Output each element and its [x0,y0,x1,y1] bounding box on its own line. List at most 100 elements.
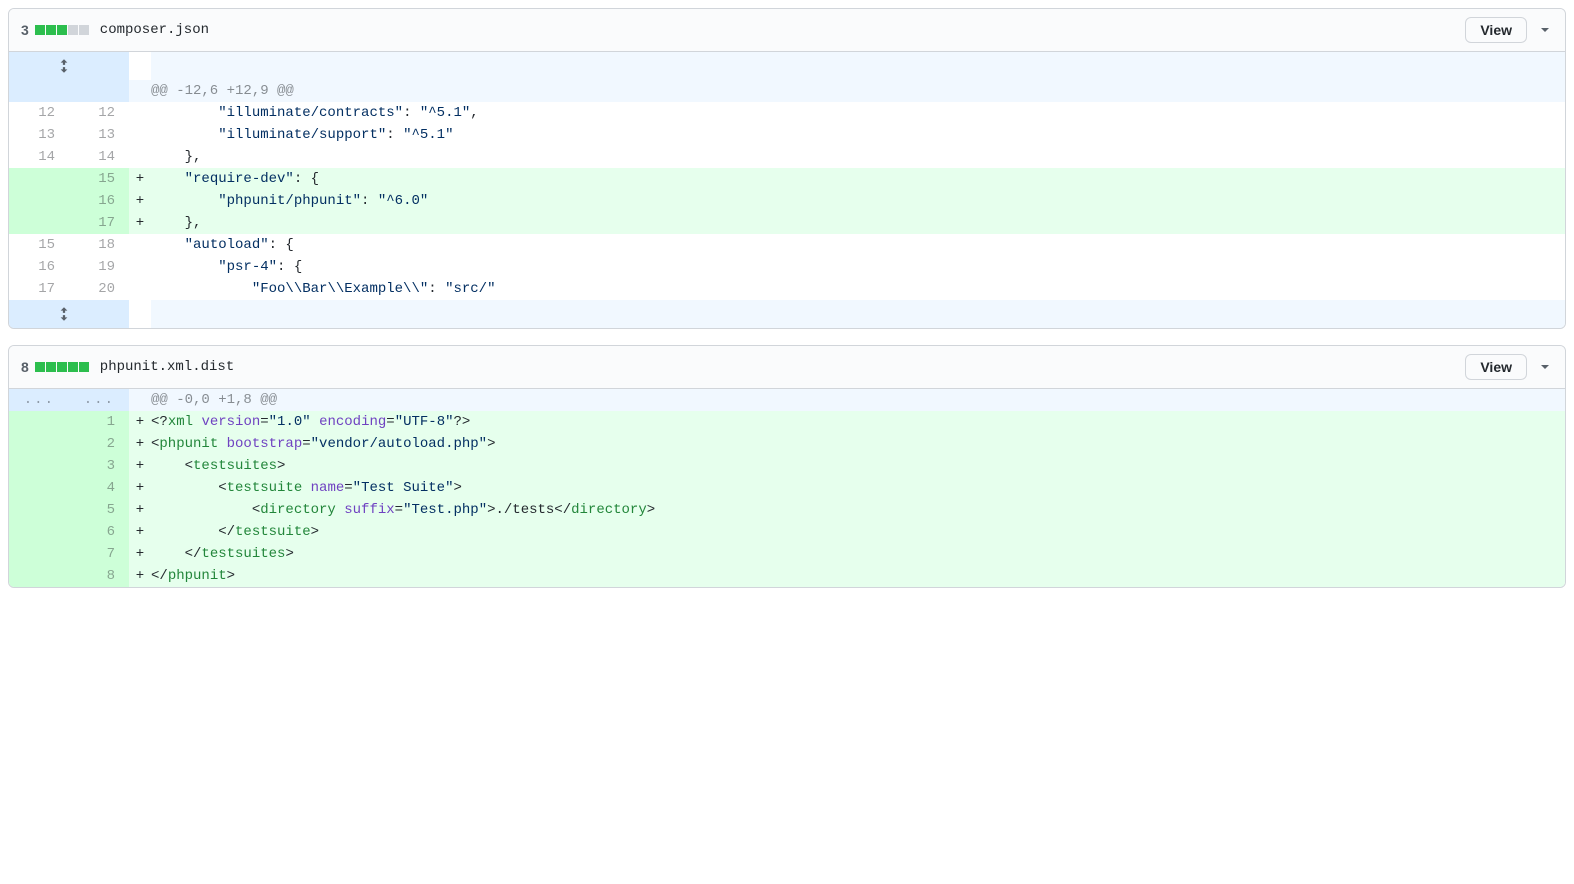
diff-gutter [129,278,151,300]
line-number-new: 12 [69,102,129,124]
diff-bar [57,25,67,35]
line-number-old [9,190,69,212]
line-number-new: 16 [69,190,129,212]
diff-stat-bars [35,362,90,372]
diff-code: "illuminate/support": "^5.1" [151,124,1565,146]
view-button[interactable]: View [1465,17,1527,43]
diff-stat-bars [35,25,90,35]
diff-code: <phpunit bootstrap="vendor/autoload.php"… [151,433,1565,455]
diff-line: 4+ <testsuite name="Test Suite"> [9,477,1565,499]
line-number-old [9,168,69,190]
diff-code: "phpunit/phpunit": "^6.0" [151,190,1565,212]
diff-code: </phpunit> [151,565,1565,587]
diff-gutter [129,256,151,278]
expand-row[interactable] [9,300,1565,328]
line-number-new [69,80,129,102]
line-number-new: 19 [69,256,129,278]
line-number-old: 15 [9,234,69,256]
diff-bar [79,25,89,35]
line-number-old [9,521,69,543]
diff-code: </testsuites> [151,543,1565,565]
line-number-old [9,411,69,433]
line-number-new: 8 [69,565,129,587]
chevron-down-icon[interactable] [1537,22,1553,38]
diff-header: 8 phpunit.xml.dist View [9,346,1565,389]
diff-code: </testsuite> [151,521,1565,543]
diff-code: "Foo\\Bar\\Example\\": "src/" [151,278,1565,300]
diff-line: 1619 "psr-4": { [9,256,1565,278]
line-number-new: 17 [69,212,129,234]
diff-gutter [129,102,151,124]
diff-code: "autoload": { [151,234,1565,256]
diff-gutter: + [129,455,151,477]
line-number-new: 15 [69,168,129,190]
line-number-new: 14 [69,146,129,168]
diff-line: 1720 "Foo\\Bar\\Example\\": "src/" [9,278,1565,300]
diff-gutter: + [129,477,151,499]
line-number-old [9,455,69,477]
line-number-old: 12 [9,102,69,124]
diff-code: }, [151,146,1565,168]
diff-code: @@ -0,0 +1,8 @@ [151,389,1565,411]
diff-code: <testsuites> [151,455,1565,477]
diff-line: 1212 "illuminate/contracts": "^5.1", [9,102,1565,124]
line-number-old: 17 [9,278,69,300]
diff-code: }, [151,212,1565,234]
diff-bar [46,362,56,372]
expand-row[interactable] [9,52,1565,80]
diff-line: 15+ "require-dev": { [9,168,1565,190]
diff-line: ...... @@ -0,0 +1,8 @@ [9,389,1565,411]
chevron-down-icon[interactable] [1537,359,1553,375]
line-number-new: 7 [69,543,129,565]
line-number-old [9,80,69,102]
diff-gutter [129,80,151,102]
line-number-new: 4 [69,477,129,499]
diff-gutter [129,234,151,256]
diff-bar [35,362,45,372]
diff-gutter: + [129,543,151,565]
diff-line: 6+ </testsuite> [9,521,1565,543]
diff-line: 17+ }, [9,212,1565,234]
diff-gutter: + [129,190,151,212]
diff-gutter: + [129,499,151,521]
diff-gutter [129,124,151,146]
diff-code: "illuminate/contracts": "^5.1", [151,102,1565,124]
diff-gutter: + [129,212,151,234]
diff-line: 1313 "illuminate/support": "^5.1" [9,124,1565,146]
line-number-old [9,565,69,587]
diff-line: 2+<phpunit bootstrap="vendor/autoload.ph… [9,433,1565,455]
diff-bar [35,25,45,35]
diff-line: 16+ "phpunit/phpunit": "^6.0" [9,190,1565,212]
diff-change-count: 8 [21,359,29,375]
diff-gutter: + [129,433,151,455]
diff-gutter: + [129,168,151,190]
view-button[interactable]: View [1465,354,1527,380]
line-number-old [9,543,69,565]
diff-bar [68,362,78,372]
line-number-old [9,477,69,499]
diff-code: <directory suffix="Test.php">./tests</di… [151,499,1565,521]
line-number-new: 18 [69,234,129,256]
diff-bar [46,25,56,35]
diff-bar [79,362,89,372]
line-number-old: ... [9,389,69,411]
diff-code: "psr-4": { [151,256,1565,278]
diff-gutter [129,146,151,168]
diff-line: 1+<?xml version="1.0" encoding="UTF-8"?> [9,411,1565,433]
diff-line: 7+ </testsuites> [9,543,1565,565]
line-number-old [9,212,69,234]
line-number-old: 14 [9,146,69,168]
diff-code: "require-dev": { [151,168,1565,190]
line-number-new: 6 [69,521,129,543]
diff-gutter: + [129,411,151,433]
diff-bar [57,362,67,372]
expand-icon [13,305,115,323]
diff-gutter [129,389,151,411]
diff-filename[interactable]: phpunit.xml.dist [100,359,234,375]
diff-line: @@ -12,6 +12,9 @@ [9,80,1565,102]
line-number-new: ... [69,389,129,411]
diff-code: <testsuite name="Test Suite"> [151,477,1565,499]
diff-table: @@ -12,6 +12,9 @@1212 "illuminate/contra… [9,52,1565,328]
line-number-new: 1 [69,411,129,433]
diff-filename[interactable]: composer.json [100,22,209,38]
